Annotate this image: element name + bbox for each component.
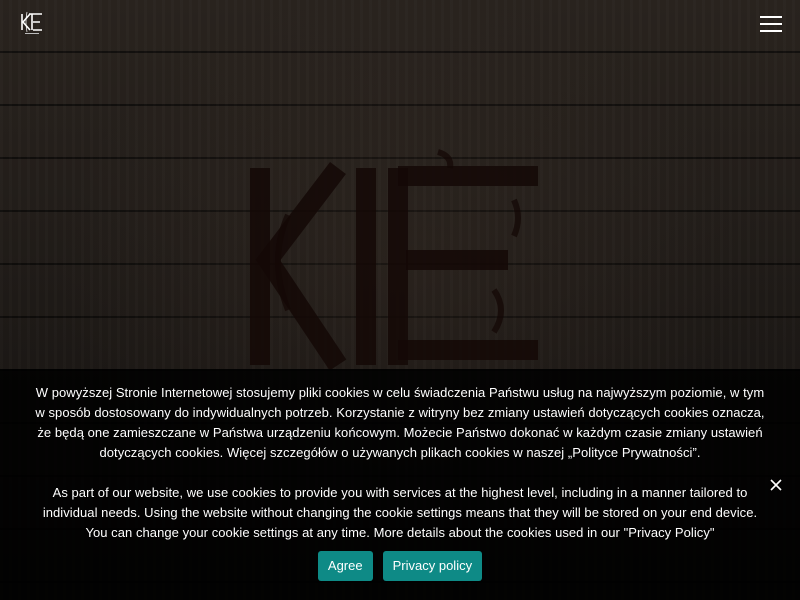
cookie-text-polish: W powyższej Stronie Internetowej stosuje… [35,385,765,460]
menu-button[interactable] [760,16,782,32]
close-icon[interactable] [769,478,783,492]
kte-engraved-logo-icon [250,149,538,371]
privacy-policy-button[interactable]: Privacy policy [382,551,483,581]
agree-button[interactable]: Agree [317,551,373,581]
hero-background: W powyższej Stronie Internetowej stosuje… [0,0,800,600]
site-header [0,0,800,50]
cookie-text-english: As part of our website, we use cookies t… [42,485,758,540]
kte-logo-icon[interactable] [19,10,45,36]
cookie-notice: W powyższej Stronie Internetowej stosuje… [0,369,800,600]
menu-bar [760,23,782,25]
menu-bar [760,16,782,18]
cookie-buttons: Agree Privacy policy [30,551,770,581]
menu-bar [760,30,782,32]
